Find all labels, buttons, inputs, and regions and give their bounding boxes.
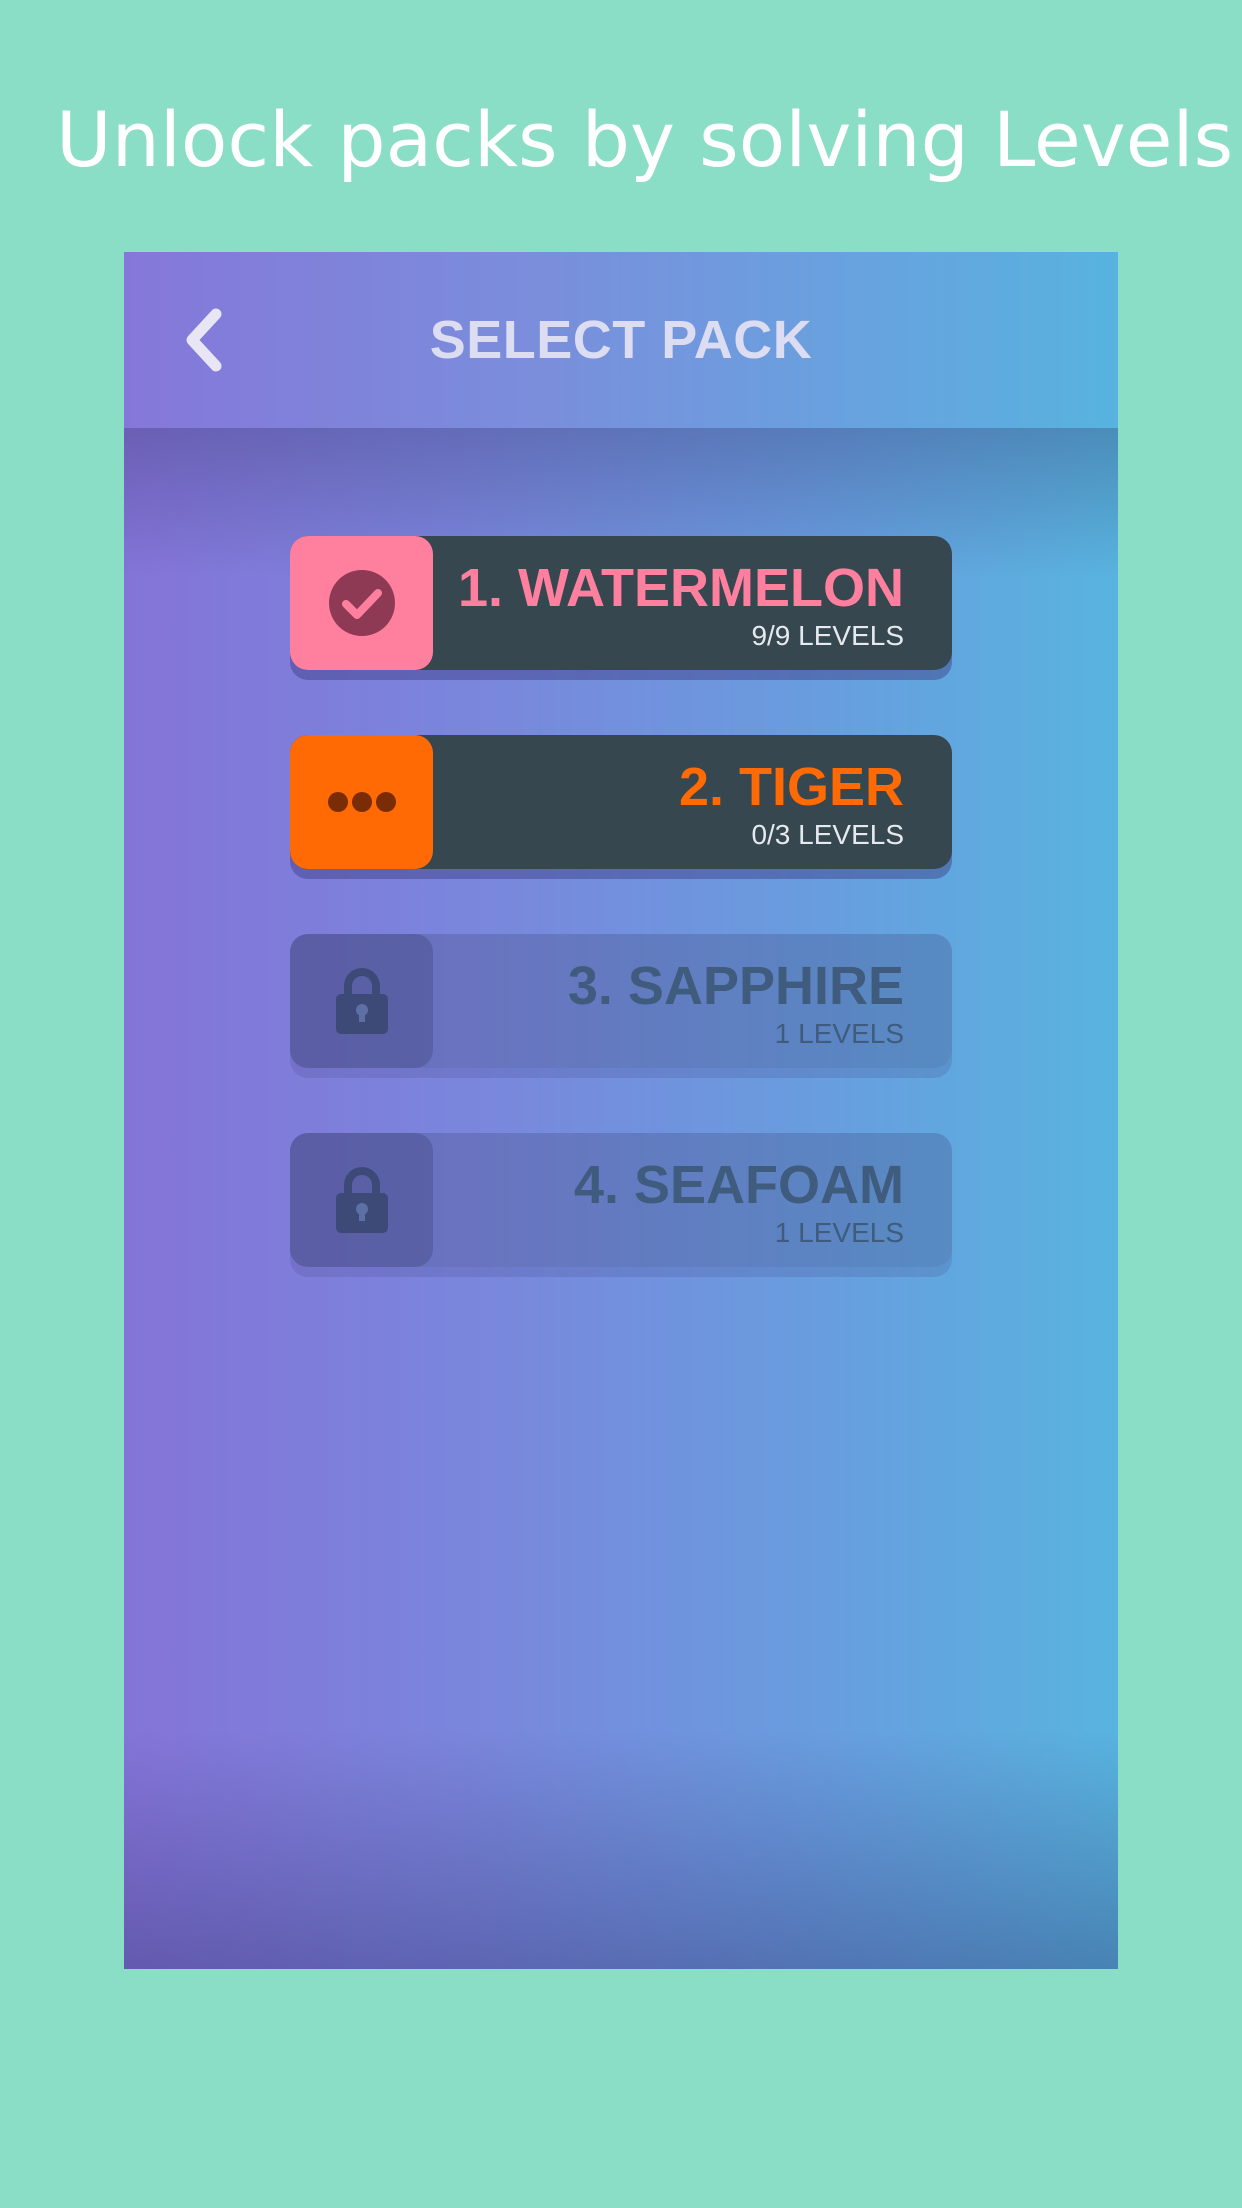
- app-screen: SELECT PACK 1. WATERMELON 9/9 LEVELS 2. …: [124, 252, 1118, 1969]
- check-icon: [328, 570, 395, 636]
- pack-levels: 1 LEVELS: [774, 1217, 904, 1248]
- pack-icon-box: [290, 536, 433, 670]
- pack-icon-box: [290, 1133, 433, 1267]
- pack-title: 4. SEAFOAM: [573, 1155, 904, 1215]
- promo-banner-text: Unlock packs by solving Levels!: [56, 95, 1242, 184]
- pack-card-seafoam[interactable]: 4. SEAFOAM 1 LEVELS: [290, 1133, 952, 1267]
- lock-icon: [335, 1167, 388, 1233]
- pack-list: 1. WATERMELON 9/9 LEVELS 2. TIGER 0/3 LE…: [290, 536, 952, 1332]
- pack-icon-box: [290, 735, 433, 869]
- pack-card-sapphire[interactable]: 3. SAPPHIRE 1 LEVELS: [290, 934, 952, 1068]
- page-title: SELECT PACK: [429, 310, 813, 370]
- pack-title: 1. WATERMELON: [457, 558, 904, 618]
- pack-icon-box: [290, 934, 433, 1068]
- pack-title: 3. SAPPHIRE: [567, 956, 904, 1016]
- lock-icon: [335, 968, 388, 1034]
- chevron-left-icon: [186, 308, 222, 372]
- back-button[interactable]: [174, 304, 238, 376]
- pack-card-watermelon[interactable]: 1. WATERMELON 9/9 LEVELS: [290, 536, 952, 670]
- pack-title: 2. TIGER: [678, 757, 904, 817]
- pack-card-tiger[interactable]: 2. TIGER 0/3 LEVELS: [290, 735, 952, 869]
- bottom-shadow: [124, 1729, 1118, 1969]
- top-bar: SELECT PACK: [124, 252, 1118, 428]
- pack-levels: 0/3 LEVELS: [751, 819, 904, 850]
- pack-levels: 9/9 LEVELS: [751, 620, 904, 651]
- pack-levels: 1 LEVELS: [774, 1018, 904, 1049]
- ellipsis-icon: [327, 792, 396, 812]
